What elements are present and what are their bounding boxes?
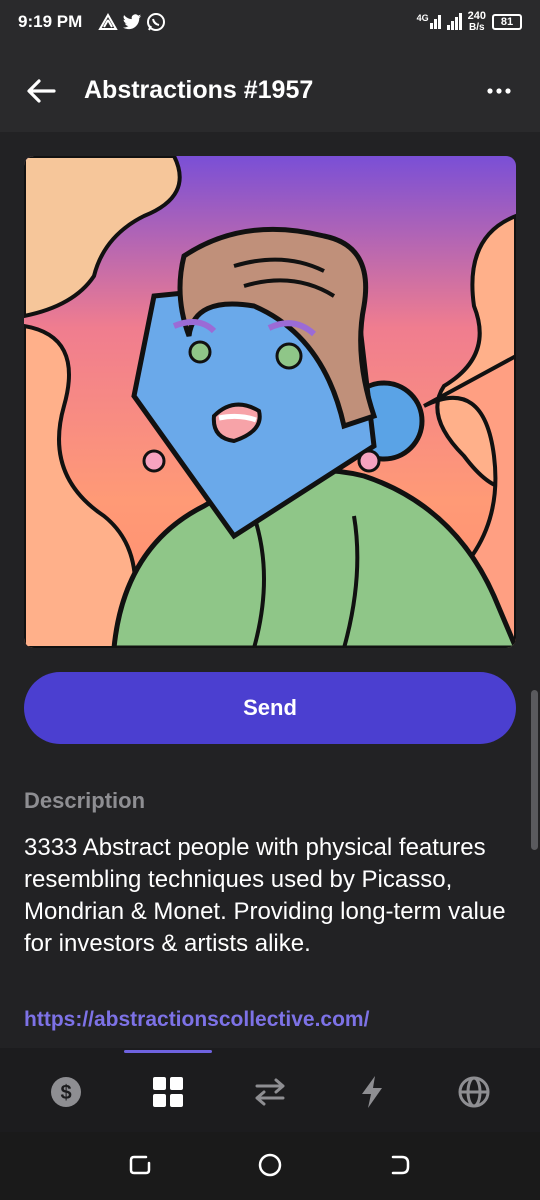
nav-browser[interactable] <box>452 1070 496 1114</box>
network-type: 4G <box>416 12 429 23</box>
more-options-button[interactable] <box>482 74 516 108</box>
back-button[interactable] <box>24 74 58 108</box>
swap-icon <box>255 1078 285 1106</box>
battery-icon: 81 <box>492 13 522 30</box>
description-text: 3333 Abstract people with physical featu… <box>24 834 506 957</box>
globe-icon <box>458 1076 490 1108</box>
system-navigation-bar <box>0 1132 540 1200</box>
signal-2-icon <box>446 13 462 30</box>
network-speed: 240 B/s <box>467 10 486 33</box>
twitter-icon <box>122 14 142 30</box>
nav-swap[interactable] <box>248 1070 292 1114</box>
recents-button[interactable] <box>125 1150 155 1180</box>
nft-artwork <box>24 156 516 648</box>
dollar-icon: $ <box>51 1077 81 1107</box>
back-system-button[interactable] <box>385 1150 415 1180</box>
app-bar: Abstractions #1957 <box>0 48 540 132</box>
whatsapp-icon <box>147 13 165 31</box>
active-tab-indicator <box>124 1050 212 1053</box>
signal-1-icon: 4G <box>416 12 441 29</box>
home-icon <box>258 1153 282 1177</box>
nft-artwork-image <box>24 156 516 648</box>
notification-icons <box>98 12 166 32</box>
send-button[interactable]: Send <box>24 672 516 744</box>
recents-icon <box>129 1155 151 1175</box>
collection-link[interactable]: https://abstractionscollective.com/ <box>24 1008 369 1032</box>
home-button[interactable] <box>255 1150 285 1180</box>
nav-collectibles[interactable] <box>146 1070 190 1114</box>
nav-activity[interactable] <box>350 1070 394 1114</box>
more-horizontal-icon <box>487 88 511 94</box>
bottom-navigation: $ <box>0 1048 540 1132</box>
scrollbar-thumb[interactable] <box>531 690 538 850</box>
status-bar: 9:19 PM 4G 240 B/s 81 <box>0 0 540 48</box>
back-system-icon <box>391 1155 410 1175</box>
arrow-left-icon <box>27 79 56 103</box>
grid-icon <box>153 1077 183 1107</box>
svg-text:$: $ <box>60 1082 71 1104</box>
system-status-icons: 4G 240 B/s 81 <box>417 10 522 33</box>
nav-wallet[interactable]: $ <box>44 1070 88 1114</box>
page-title: Abstractions #1957 <box>84 76 314 104</box>
description-heading: Description <box>24 788 146 813</box>
status-time: 9:19 PM <box>18 12 83 31</box>
bolt-icon <box>362 1076 382 1108</box>
drive-icon <box>98 13 118 30</box>
